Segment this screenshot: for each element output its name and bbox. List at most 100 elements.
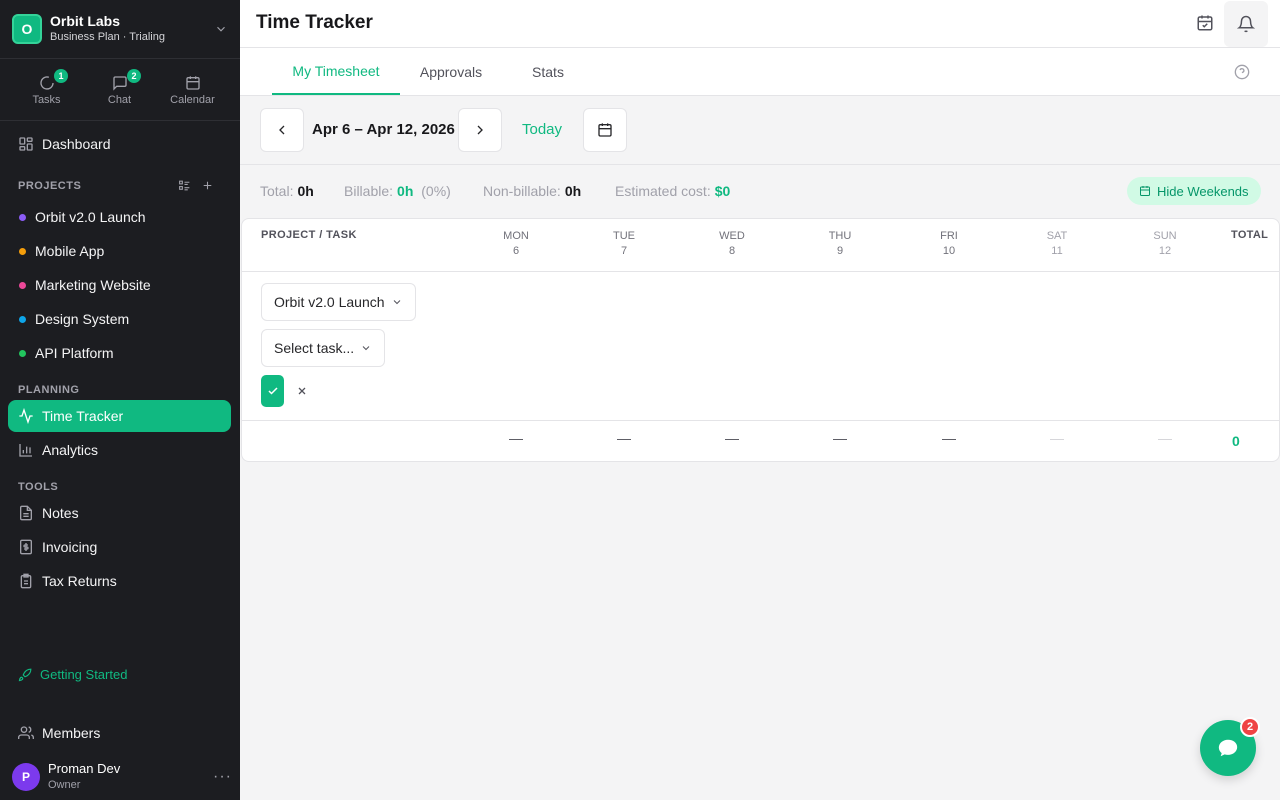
hide-weekends-button[interactable]: Hide Weekends: [1127, 177, 1261, 205]
tab-stats[interactable]: Stats: [522, 48, 574, 95]
day-of-week: TUE: [613, 230, 635, 242]
day-date: 10: [942, 245, 956, 257]
chat-icon: [112, 75, 127, 91]
day-of-week: SUN: [1153, 230, 1177, 242]
tools-header: TOOLS: [18, 481, 59, 493]
day-header-mon: MON 6: [496, 229, 536, 259]
page-title: Time Tracker: [256, 12, 373, 33]
project-color-dot: [19, 315, 26, 323]
tab-approvals[interactable]: Approvals: [410, 48, 492, 95]
tasks-icon: [39, 75, 54, 90]
today-button[interactable]: Today: [522, 121, 562, 138]
user-profile[interactable]: P Proman Dev Owner ···: [12, 761, 232, 793]
prev-week-button[interactable]: [260, 108, 304, 152]
chat-fab[interactable]: 2: [1200, 717, 1260, 776]
nav-invoicing[interactable]: Invoicing: [8, 531, 231, 563]
list-check-icon[interactable]: [178, 179, 191, 192]
close-icon: [298, 387, 306, 395]
project-label: Orbit v2.0 Launch: [35, 209, 146, 225]
project-label: Mobile App: [35, 243, 105, 259]
getting-started-link[interactable]: Getting Started: [18, 667, 127, 682]
nav-tax-returns-label: Tax Returns: [42, 573, 117, 589]
day-total-wed: —: [725, 430, 739, 446]
project-label: Design System: [35, 311, 130, 327]
timesheet-table: PROJECT / TASK MON 6 TUE 7 WED 8 THU 9 FRI 10…: [241, 218, 1280, 462]
calendar-icon: [1140, 186, 1150, 196]
workspace-switcher[interactable]: O Orbit Labs Business Plan · Trialing: [0, 0, 240, 59]
nav-members-label: Members: [42, 725, 101, 741]
next-week-button[interactable]: [458, 108, 502, 152]
nav-tax-returns[interactable]: Tax Returns: [8, 565, 231, 597]
summary-billable-label: Billable:: [344, 183, 394, 199]
nav-analytics[interactable]: Analytics: [8, 434, 231, 466]
day-header-thu: THU 9: [820, 229, 860, 259]
help-button[interactable]: [1234, 64, 1250, 80]
workspace-name: Orbit Labs: [50, 13, 121, 29]
day-date: 11: [1051, 245, 1063, 257]
nav-dashboard-label: Dashboard: [42, 136, 111, 152]
date-picker-button[interactable]: [583, 108, 627, 152]
quick-tasks[interactable]: 1 Tasks: [10, 60, 83, 120]
nav-invoicing-label: Invoicing: [42, 539, 98, 555]
quick-calendar[interactable]: Calendar: [156, 60, 229, 120]
task-select-value: Select task...: [274, 340, 355, 356]
project-select[interactable]: Orbit v2.0 Launch: [261, 283, 416, 321]
day-total-mon: —: [509, 430, 523, 446]
chevron-left-icon: [279, 125, 285, 135]
dashboard-icon: [19, 137, 33, 151]
nav-time-tracker[interactable]: Time Tracker: [8, 400, 231, 432]
day-of-week: SAT: [1046, 230, 1068, 242]
rocket-icon: [18, 668, 32, 681]
summary-bar: Total: 0h Billable: 0h (0%) Non-billable: 0…: [240, 165, 1280, 217]
task-select[interactable]: Select task...: [261, 329, 386, 367]
day-date: 9: [836, 245, 844, 257]
summary-nonbillable-value: 0h: [564, 183, 582, 199]
project-label: Marketing Website: [35, 277, 151, 293]
day-total-sun: —: [1158, 430, 1172, 446]
day-of-week: WED: [719, 230, 745, 242]
sidebar-project-orbit[interactable]: Orbit v2.0 Launch: [8, 201, 231, 233]
quick-chat-label: Chat: [107, 93, 132, 106]
calendar-grid-icon: [598, 123, 612, 137]
day-of-week: THU: [828, 230, 852, 242]
more-icon[interactable]: ···: [213, 768, 232, 786]
quick-chat[interactable]: 2 Chat: [83, 60, 156, 120]
confirm-button[interactable]: [261, 375, 284, 407]
summary-total-label: Total:: [260, 183, 294, 199]
sidebar-project-api[interactable]: API Platform: [8, 337, 231, 369]
getting-started-label: Getting Started: [40, 667, 128, 682]
day-header-sun: SUN 12: [1145, 229, 1185, 259]
user-name: Proman Dev: [48, 761, 121, 776]
notifications-button[interactable]: [1224, 1, 1268, 47]
nav-members[interactable]: Members: [8, 717, 231, 749]
chevron-down-icon: [393, 300, 400, 305]
date-navigation: Apr 6 – Apr 12, 2026 Today: [240, 96, 1280, 165]
summary-total-value: 0h: [297, 183, 314, 199]
day-of-week: MON: [503, 230, 529, 242]
nav-notes[interactable]: Notes: [8, 497, 231, 529]
sidebar-project-marketing[interactable]: Marketing Website: [8, 269, 231, 301]
projects-header: PROJECTS: [18, 180, 82, 192]
chat-bubble-icon: [1218, 739, 1238, 757]
calendar-check-button[interactable]: [1183, 0, 1227, 46]
chat-fab-badge: 2: [1240, 717, 1260, 737]
nav-dashboard[interactable]: Dashboard: [8, 128, 231, 160]
quick-tasks-label: Tasks: [32, 93, 61, 106]
day-header-tue: TUE 7: [604, 229, 644, 259]
sidebar-project-mobile[interactable]: Mobile App: [8, 235, 231, 267]
bell-icon: [1237, 15, 1255, 33]
calendar-check-icon: [1197, 15, 1213, 31]
chevron-down-icon: [217, 26, 225, 32]
nav-notes-label: Notes: [42, 505, 79, 521]
summary-total: Total: 0h: [260, 183, 314, 199]
cancel-button[interactable]: [294, 383, 310, 399]
summary-billable-value: 0h: [397, 183, 414, 199]
plus-icon[interactable]: [201, 179, 214, 192]
tab-my-timesheet[interactable]: My Timesheet: [272, 48, 400, 95]
project-select-value: Orbit v2.0 Launch: [274, 294, 385, 310]
project-color-dot: [19, 281, 26, 289]
chat-badge: 2: [127, 69, 141, 83]
tasks-badge: 1: [54, 69, 68, 83]
sidebar-project-design[interactable]: Design System: [8, 303, 231, 335]
user-role: Owner: [48, 779, 81, 791]
